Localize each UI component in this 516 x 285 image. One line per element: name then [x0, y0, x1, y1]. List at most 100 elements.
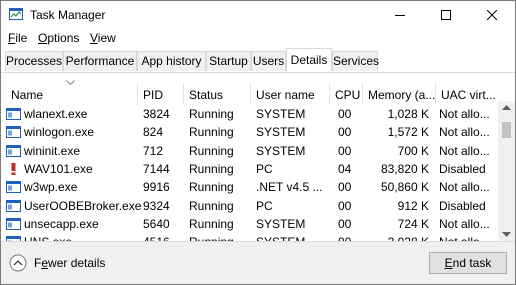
- tab-processes[interactable]: Processes: [5, 51, 63, 71]
- cell-status: Running: [189, 107, 234, 121]
- tab-app-history[interactable]: App history: [137, 51, 206, 71]
- cell-pid: 9916: [143, 180, 170, 195]
- end-task-button[interactable]: End task: [429, 252, 507, 274]
- cell-user: PC: [256, 161, 273, 176]
- column-divider[interactable]: [183, 83, 184, 105]
- process-grid: Name PID Status User name CPU Memory (a.…: [1, 77, 515, 241]
- cell-cpu: 00: [338, 143, 352, 158]
- vertical-scrollbar[interactable]: [498, 101, 515, 241]
- column-header-cpu[interactable]: CPU: [335, 88, 360, 102]
- column-divider[interactable]: [137, 83, 138, 105]
- scroll-down-arrow-icon[interactable]: [502, 232, 511, 237]
- minimize-button[interactable]: [377, 1, 423, 29]
- tab-strip: Processes Performance App history Startu…: [5, 48, 515, 72]
- cell-cpu: 04: [338, 161, 352, 176]
- cell-cpu: 00: [338, 216, 352, 231]
- column-header-name[interactable]: Name: [11, 88, 43, 102]
- window-app-icon: [6, 217, 21, 230]
- close-button[interactable]: [469, 1, 515, 29]
- cell-status: Running: [189, 143, 234, 158]
- cell-status: Running: [189, 216, 234, 231]
- process-name: wininit.exe: [24, 143, 81, 158]
- task-manager-icon: [9, 8, 23, 20]
- column-divider[interactable]: [435, 83, 436, 105]
- cell-user: SYSTEM: [256, 143, 306, 158]
- column-divider[interactable]: [362, 83, 363, 105]
- window-title: Task Manager: [30, 8, 106, 22]
- process-name: WAV101.exe: [24, 161, 93, 176]
- cell-cpu: 00: [338, 107, 352, 121]
- exclamation-icon: [11, 162, 16, 175]
- title-bar[interactable]: Task Manager: [1, 1, 515, 29]
- column-header-pid[interactable]: PID: [143, 88, 163, 102]
- cell-uac: Disabled: [439, 161, 486, 176]
- cell-pid: 9324: [143, 198, 170, 213]
- cell-uac: Disabled: [439, 198, 486, 213]
- cell-memory: 1,028 K: [387, 107, 429, 121]
- column-divider[interactable]: [329, 83, 330, 105]
- menu-file[interactable]: File: [8, 31, 27, 45]
- cell-user: PC: [256, 198, 273, 213]
- scroll-up-arrow-icon[interactable]: [502, 105, 511, 110]
- cell-user: SYSTEM: [256, 216, 306, 231]
- cell-memory: 83,820 K: [380, 161, 429, 176]
- column-header-status[interactable]: Status: [189, 88, 223, 102]
- column-header-memory[interactable]: Memory (a...: [368, 88, 435, 102]
- tab-details[interactable]: Details: [286, 48, 332, 72]
- minimize-icon: [395, 15, 405, 16]
- tab-divider: [1, 72, 515, 73]
- tab-users[interactable]: Users: [251, 51, 286, 71]
- cell-memory: 912 K: [397, 198, 429, 213]
- table-row[interactable]: unsecapp.exe 5640 Running SYSTEM 00 724 K Not …: [1, 215, 498, 233]
- menu-bar: File Options View: [1, 29, 515, 49]
- cell-uac: Not allo...: [439, 180, 490, 195]
- cell-user: SYSTEM: [256, 125, 306, 140]
- table-row[interactable]: UserOOBEBroker.exe 9324 Running PC 00 912 K Di…: [1, 197, 498, 215]
- menu-view[interactable]: View: [90, 31, 116, 45]
- task-manager-window: Task Manager File Options View Processes…: [0, 0, 516, 285]
- table-row[interactable]: wlanext.exe 3824 Running SYSTEM 00 1,028 K Not…: [1, 105, 498, 123]
- cell-pid: 3824: [143, 107, 170, 121]
- table-row[interactable]: UNS.exe4516RunningSYSTEM002,028 KNot all…: [1, 233, 498, 241]
- cell-memory: 700 K: [397, 143, 429, 158]
- process-name: UserOOBEBroker.exe: [24, 198, 142, 213]
- column-header-user-name[interactable]: User name: [256, 88, 315, 102]
- column-header-uac-virtualization[interactable]: UAC virt...: [441, 88, 496, 102]
- window-app-icon: [6, 144, 21, 157]
- scrollbar-thumb[interactable]: [502, 122, 511, 138]
- window-app-icon: [6, 108, 21, 120]
- cell-status: Running: [189, 125, 234, 140]
- chevron-up-circle-icon[interactable]: [9, 254, 27, 272]
- cell-memory: 50,860 K: [380, 180, 429, 195]
- cell-uac: Not allo...: [439, 125, 490, 140]
- tab-services[interactable]: Services: [332, 51, 379, 71]
- cell-pid: 824: [143, 125, 164, 140]
- table-row[interactable]: WAV101.exe 7144 Running PC 04 83,820 K Disable…: [1, 160, 498, 178]
- menu-options[interactable]: Options: [38, 31, 79, 45]
- process-name: wlanext.exe: [24, 107, 88, 121]
- maximize-button[interactable]: [423, 1, 469, 29]
- cell-uac: Not allo...: [439, 107, 490, 121]
- tab-startup[interactable]: Startup: [206, 51, 251, 71]
- cell-pid: 712: [143, 143, 164, 158]
- window-app-icon: [6, 126, 21, 139]
- tab-performance[interactable]: Performance: [63, 51, 137, 71]
- cell-user: SYSTEM: [256, 107, 306, 121]
- cell-memory: 1,572 K: [387, 125, 429, 140]
- cell-status: Running: [189, 161, 234, 176]
- column-divider[interactable]: [250, 83, 251, 105]
- process-name: winlogon.exe: [24, 125, 95, 140]
- close-icon: [487, 10, 497, 20]
- fewer-details-link[interactable]: Fewer details: [34, 256, 105, 270]
- process-name: w3wp.exe: [24, 180, 78, 195]
- table-row[interactable]: wininit.exe 712 Running SYSTEM 00 700 K Not al…: [1, 142, 498, 160]
- cell-user: .NET v4.5 ...: [256, 180, 323, 195]
- cell-pid: 7144: [143, 161, 170, 176]
- table-row[interactable]: w3wp.exe 9916 Running .NET v4.5 ... 00 50,860…: [1, 178, 498, 196]
- table-row[interactable]: winlogon.exe 824 Running SYSTEM 00 1,572 K Not…: [1, 123, 498, 141]
- cell-cpu: 00: [338, 125, 352, 140]
- process-name: unsecapp.exe: [24, 216, 99, 231]
- cell-pid: 5640: [143, 216, 170, 231]
- footer-bar: Fewer details End task: [1, 241, 515, 284]
- cell-status: Running: [189, 198, 234, 213]
